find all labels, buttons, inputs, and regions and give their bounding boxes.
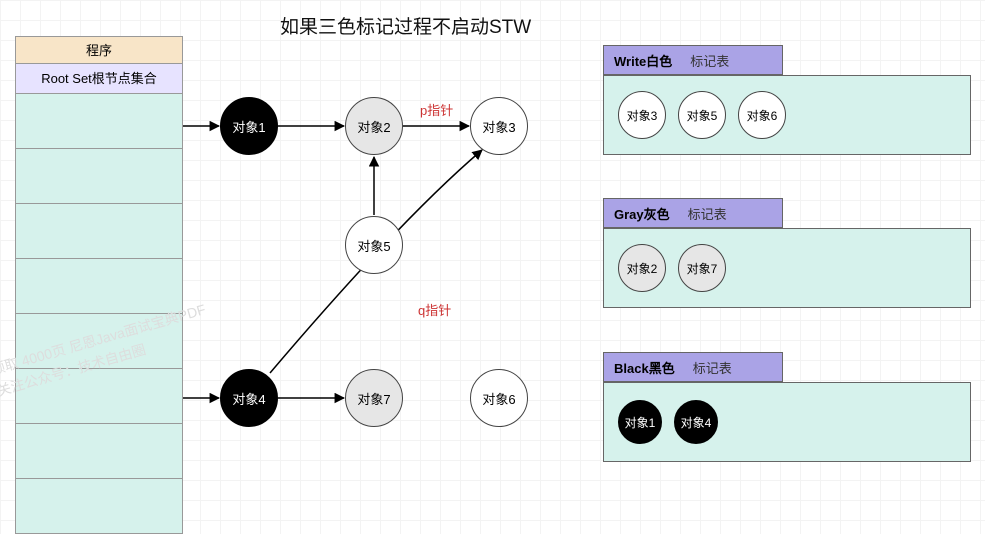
- node-obj4: 对象4: [220, 369, 278, 427]
- white-table-name: Write白色: [614, 51, 672, 70]
- rootset-slot: [15, 149, 183, 204]
- black-item: 对象1: [618, 400, 662, 444]
- gray-table-panel: Gray灰色 标记表 对象2 对象7: [603, 198, 971, 308]
- node-obj1: 对象1: [220, 97, 278, 155]
- white-item: 对象5: [678, 91, 726, 139]
- node-obj6: 对象6: [470, 369, 528, 427]
- rootset-slot: [15, 94, 183, 149]
- white-table-body: 对象3 对象5 对象6: [603, 75, 971, 155]
- black-table-panel: Black黑色 标记表 对象1 对象4: [603, 352, 971, 462]
- diagram-title: 如果三色标记过程不启动STW: [280, 12, 531, 39]
- rootset-slot: [15, 424, 183, 479]
- gray-item: 对象2: [618, 244, 666, 292]
- pointer-q-label: q指针: [418, 300, 451, 319]
- gray-table-name: Gray灰色: [614, 204, 670, 223]
- node-obj3: 对象3: [470, 97, 528, 155]
- black-table-header: Black黑色 标记表: [603, 352, 783, 382]
- node-obj7: 对象7: [345, 369, 403, 427]
- rootset-slot: [15, 204, 183, 259]
- black-item: 对象4: [674, 400, 718, 444]
- gray-item: 对象7: [678, 244, 726, 292]
- white-table-panel: Write白色 标记表 对象3 对象5 对象6: [603, 45, 971, 155]
- node-obj2: 对象2: [345, 97, 403, 155]
- rootset-header: Root Set根节点集合: [15, 64, 183, 94]
- gray-table-label: 标记表: [688, 204, 727, 223]
- white-item: 对象6: [738, 91, 786, 139]
- white-item: 对象3: [618, 91, 666, 139]
- white-table-header: Write白色 标记表: [603, 45, 783, 75]
- gray-table-header: Gray灰色 标记表: [603, 198, 783, 228]
- white-table-label: 标记表: [690, 51, 729, 70]
- black-table-name: Black黑色: [614, 358, 675, 377]
- rootset-slot: [15, 479, 183, 534]
- rootset-slot: [15, 314, 183, 369]
- gray-table-body: 对象2 对象7: [603, 228, 971, 308]
- pointer-p-label: p指针: [420, 100, 453, 119]
- rootset-slot: [15, 259, 183, 314]
- program-header: 程序: [15, 36, 183, 64]
- black-table-label: 标记表: [693, 358, 732, 377]
- rootset-slot: [15, 369, 183, 424]
- root-set-column: 程序 Root Set根节点集合: [15, 36, 183, 534]
- node-obj5: 对象5: [345, 216, 403, 274]
- black-table-body: 对象1 对象4: [603, 382, 971, 462]
